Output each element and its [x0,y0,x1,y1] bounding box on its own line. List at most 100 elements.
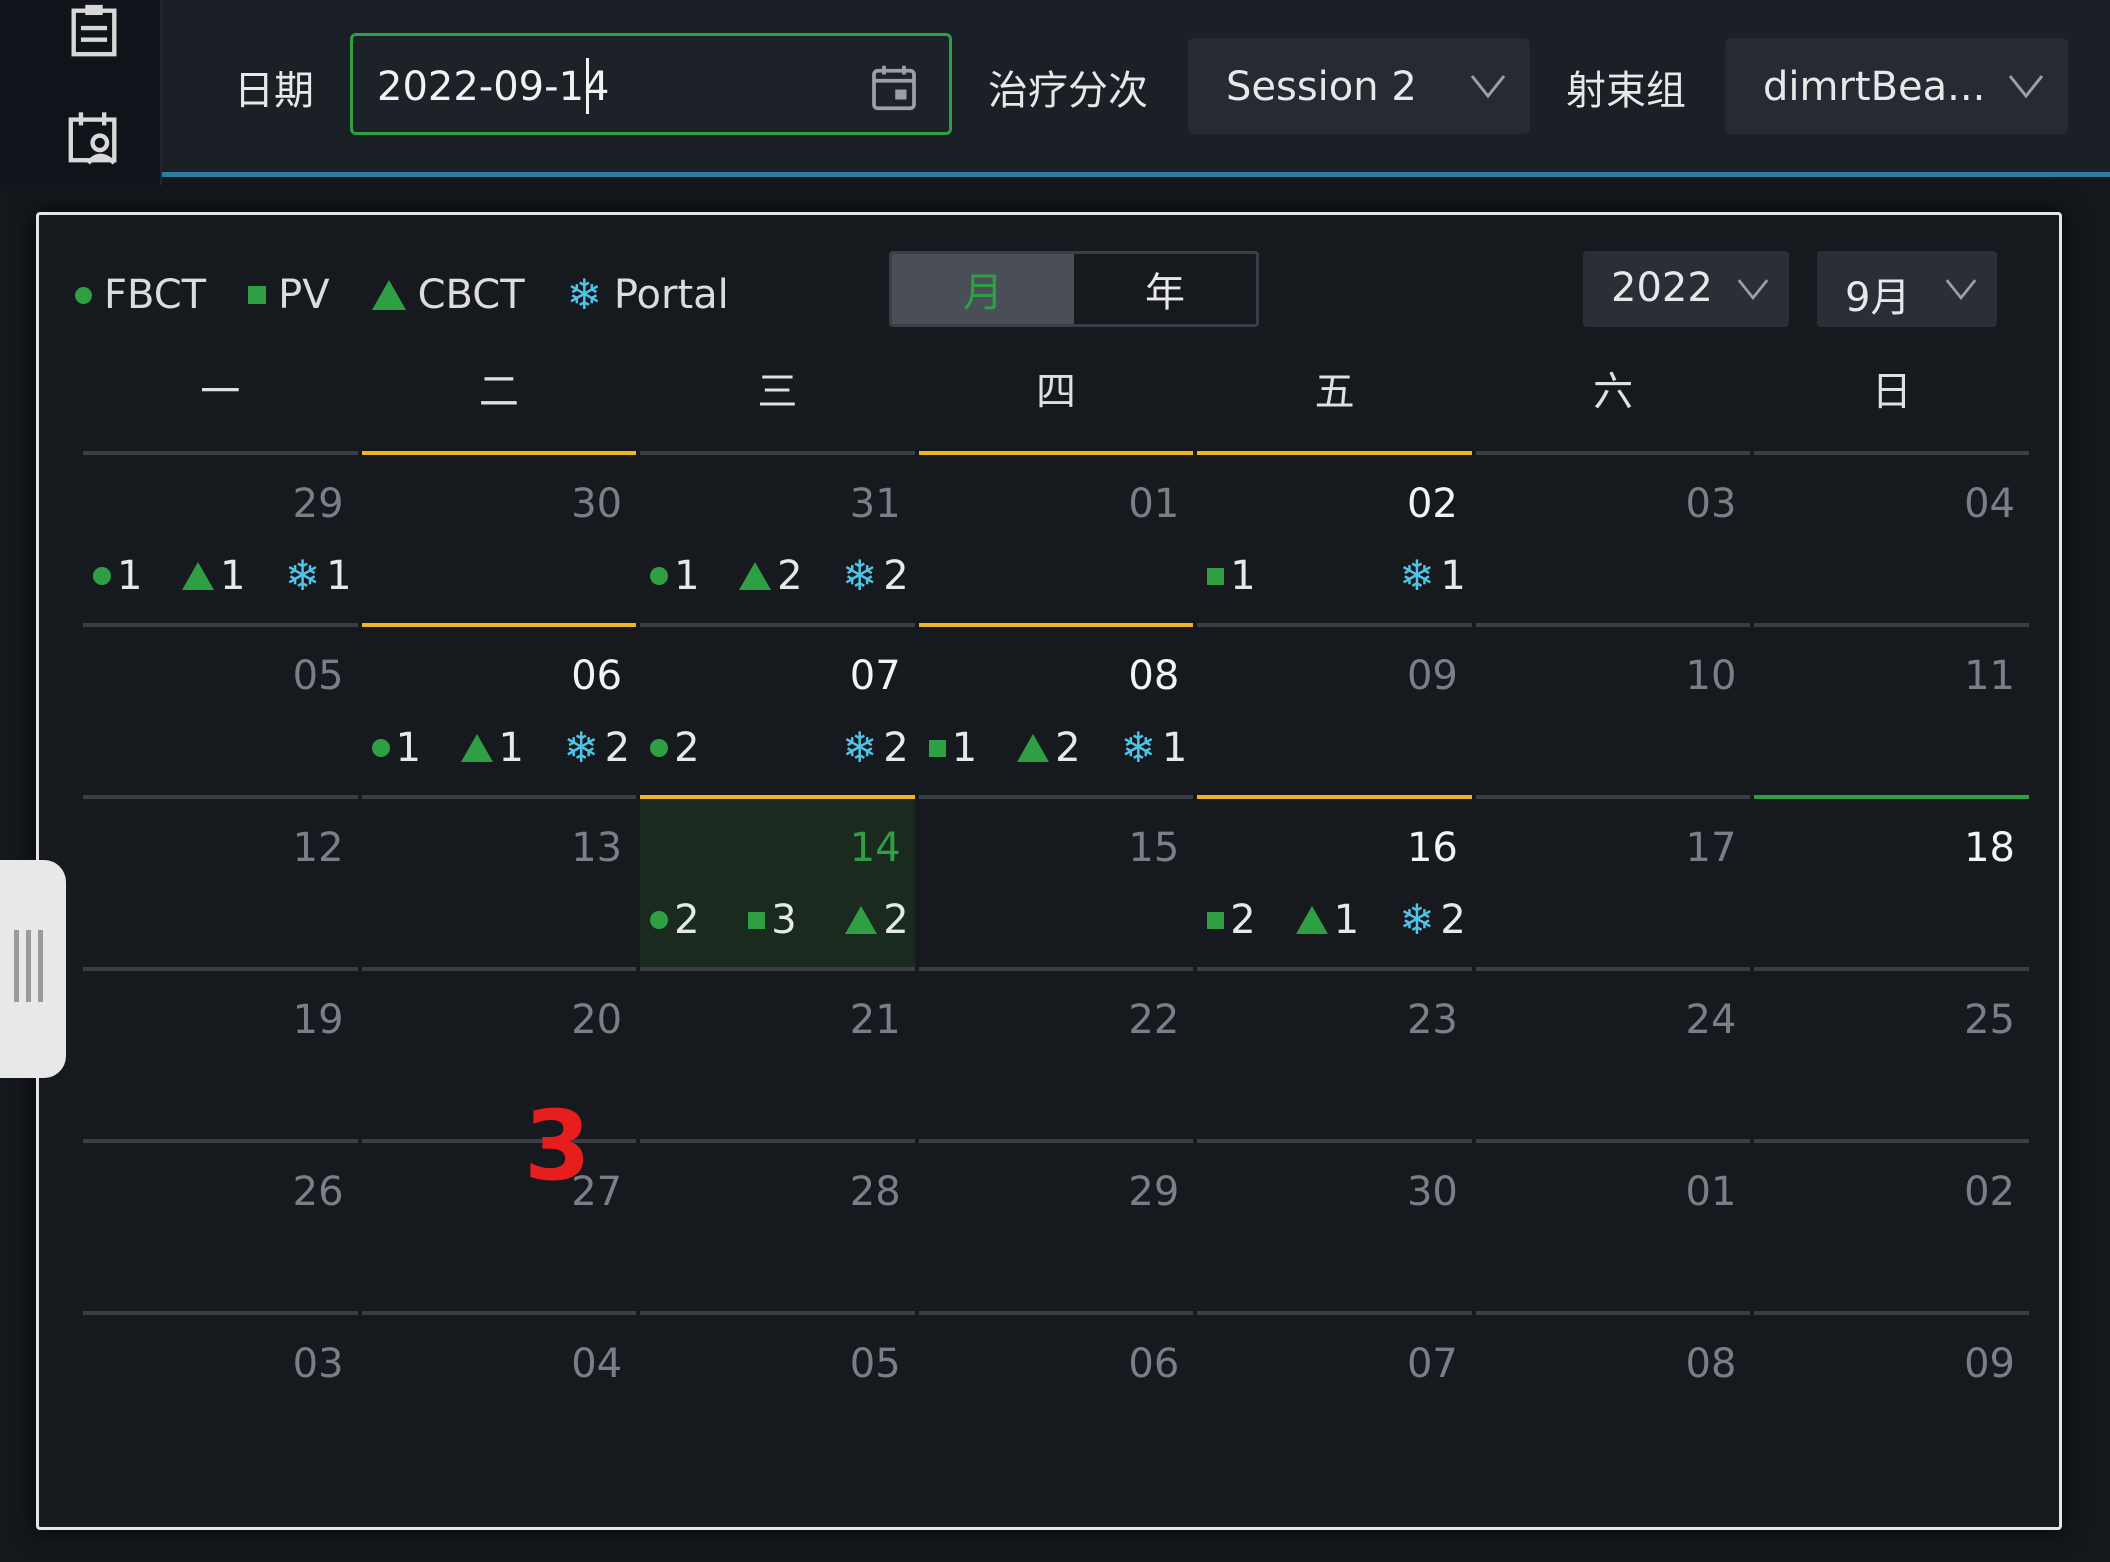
calendar-user-icon[interactable] [65,108,123,166]
month-select[interactable]: 9月 [1817,251,1997,327]
event-count: 2 [739,553,803,599]
event-count: 2 [1207,897,1256,943]
view-toggle: 月 年 [889,251,1259,327]
day-cell[interactable]: 31 1 2 ❄ 2 [640,451,915,623]
day-cell[interactable]: 05 [640,1311,915,1483]
fbct-dot-icon [75,286,92,304]
day-cell[interactable]: 16 2 1 ❄ 2 [1197,795,1472,967]
event-count-value: 1 [326,553,352,599]
event-count-value: 2 [1440,897,1466,943]
day-cell[interactable]: 30 [1197,1139,1472,1311]
day-cell-selected[interactable]: 14 2 3 2 [640,795,915,967]
day-cell[interactable]: 11 [1754,623,2029,795]
year-select-value: 2022 [1611,265,1713,311]
event-count: 1 [1207,553,1256,599]
day-cell[interactable]: 17 [1475,795,1751,967]
day-cell[interactable]: 20 [361,967,637,1139]
date-input-value: 2022-09-14 [377,64,610,110]
cbct-triangle-icon [460,734,493,762]
day-cell[interactable]: 02 1 ❄ 1 [1197,451,1472,623]
day-number: 12 [292,825,344,871]
day-cell[interactable]: 24 [1475,967,1751,1139]
month-view-button[interactable]: 月 [892,254,1074,324]
day-cell[interactable]: 09 [1197,623,1472,795]
event-count-value: 1 [1440,553,1466,599]
side-drawer-handle[interactable] [0,860,66,1078]
session-select[interactable]: Session 2 [1188,38,1530,134]
day-cell[interactable]: 04 [1754,451,2029,623]
event-count: ❄ 2 [1399,897,1466,943]
day-cell[interactable]: 29 1 1 ❄ 1 [83,451,358,623]
day-number: 31 [849,481,901,527]
day-number: 07 [849,653,901,699]
day-cell[interactable]: 19 [83,967,358,1139]
day-cell[interactable]: 09 [1754,1311,2029,1483]
day-cell[interactable]: 26 [83,1139,358,1311]
day-cell[interactable]: 15 [918,795,1194,967]
day-cell[interactable]: 07 2 ❄ 2 [640,623,915,795]
event-count: ❄ 1 [1399,553,1466,599]
day-cell[interactable]: 03 [83,1311,358,1483]
day-number: 08 [1685,1341,1737,1387]
day-number: 09 [1406,653,1458,699]
cbct-triangle-icon [181,562,214,590]
day-cell[interactable]: 01 [918,451,1194,623]
beam-group-select-value: dimrtBea... [1763,64,1986,110]
calendar-icon[interactable] [869,62,919,112]
day-cell[interactable]: 21 [640,967,915,1139]
day-cell[interactable]: 06 1 1 ❄ 2 [361,623,637,795]
event-count: ❄ 1 [1121,725,1188,771]
day-cell[interactable]: 02 [1754,1139,2029,1311]
beam-group-select[interactable]: dimrtBea... [1725,38,2068,134]
year-select[interactable]: 2022 [1583,251,1789,327]
day-cell[interactable]: 01 [1475,1139,1751,1311]
day-cell[interactable]: 08 [1475,1311,1751,1483]
day-cell[interactable]: 07 [1197,1311,1472,1483]
date-input[interactable]: 2022-09-14 [350,33,952,135]
day-number: 01 [1685,1169,1737,1215]
day-events: 2 ❄ 2 [650,725,909,771]
day-cell[interactable]: 08 1 2 ❄ 1 [918,623,1194,795]
day-cell[interactable]: 12 [83,795,358,967]
day-cell[interactable]: 05 [83,623,358,795]
calendar-popup: FBCT PV CBCT ❄ Portal 月 年 2022 9月 一 二 三 四… [36,212,2062,1530]
clipboard-icon[interactable] [65,2,123,60]
day-number: 30 [1406,1169,1458,1215]
day-number: 04 [1964,481,2015,527]
day-cell[interactable]: 23 [1197,967,1472,1139]
weekday-sun: 日 [1871,368,1912,415]
day-cell[interactable]: 22 [918,967,1194,1139]
day-cell[interactable]: 04 [361,1311,637,1483]
day-cell[interactable]: 28 [640,1139,915,1311]
day-number: 28 [849,1169,901,1215]
day-number: 04 [571,1341,623,1387]
fbct-dot-icon [650,739,669,757]
legend-cbct: CBCT [371,272,525,318]
day-number: 16 [1406,825,1458,871]
day-cell[interactable]: 03 [1475,451,1751,623]
portal-snowflake-icon: ❄ [842,723,878,772]
day-cell[interactable]: 25 [1754,967,2029,1139]
fbct-dot-icon [650,911,669,929]
event-count: 3 [748,897,797,943]
day-cell[interactable]: 30 [361,451,637,623]
day-number: 07 [1406,1341,1458,1387]
chevron-down-icon [2006,68,2046,104]
day-cell[interactable]: 27 [361,1139,637,1311]
day-number: 05 [849,1341,901,1387]
day-cell[interactable]: 13 [361,795,637,967]
legend-pv: PV [248,272,330,318]
day-cell[interactable]: 06 [918,1311,1194,1483]
event-count-value: 1 [674,553,700,599]
day-number: 08 [1128,653,1180,699]
day-cell[interactable]: 18 [1754,795,2029,967]
year-view-button[interactable]: 年 [1074,254,1256,324]
day-cell[interactable]: 29 [918,1139,1194,1311]
day-number: 06 [571,653,623,699]
pv-square-icon [1207,911,1225,929]
weekday-mon: 一 [200,368,241,415]
event-count: ❄ 2 [563,725,630,771]
event-count: 1 [371,725,421,771]
day-cell[interactable]: 10 [1475,623,1751,795]
weekday-sat: 六 [1593,368,1634,415]
